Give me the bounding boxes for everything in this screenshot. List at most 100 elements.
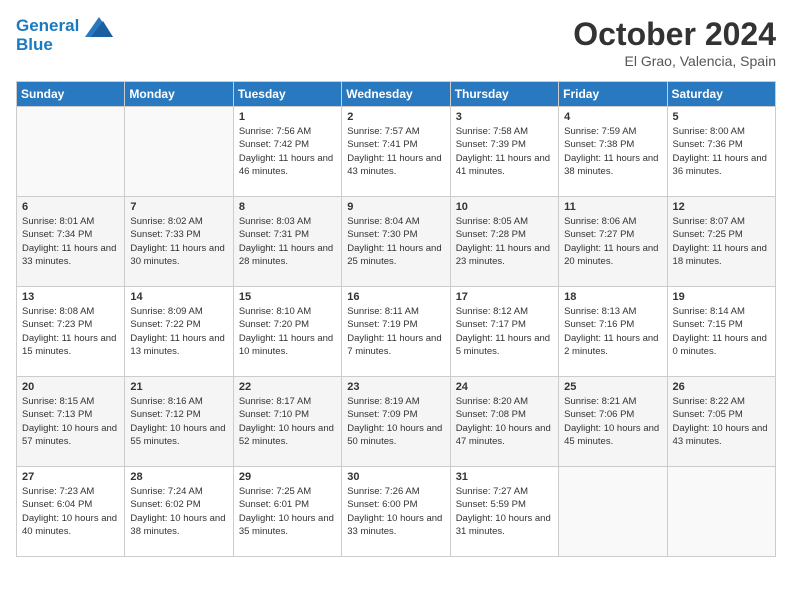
calendar-body: 1 Sunrise: 7:56 AM Sunset: 7:42 PM Daylig… bbox=[17, 107, 776, 557]
calendar-cell: 23 Sunrise: 8:19 AM Sunset: 7:09 PM Dayli… bbox=[342, 377, 450, 467]
calendar-cell bbox=[559, 467, 667, 557]
day-number: 7 bbox=[130, 201, 227, 213]
day-number: 17 bbox=[456, 291, 553, 303]
calendar-cell: 22Sunrise: 8:17 AM Sunset: 7:10 PM Dayli… bbox=[233, 377, 341, 467]
calendar-cell: 16 Sunrise: 8:11 AM Sunset: 7:19 PM Dayli… bbox=[342, 287, 450, 377]
calendar-cell: 27 Sunrise: 7:23 AM Sunset: 6:04 PM Dayli… bbox=[17, 467, 125, 557]
day-number: 8 bbox=[239, 201, 336, 213]
calendar-cell: 2 Sunrise: 7:57 AM Sunset: 7:41 PM Daylig… bbox=[342, 107, 450, 197]
calendar-cell: 29 Sunrise: 7:25 AM Sunset: 6:01 PM Dayli… bbox=[233, 467, 341, 557]
calendar-cell: 17 Sunrise: 8:12 AM Sunset: 7:17 PM Dayli… bbox=[450, 287, 558, 377]
day-info: Sunrise: 7:56 AM Sunset: 7:42 PM Dayligh… bbox=[239, 125, 336, 178]
day-number: 11 bbox=[564, 201, 661, 213]
day-info: Sunrise: 8:11 AM Sunset: 7:19 PM Dayligh… bbox=[347, 305, 444, 358]
day-info: Sunrise: 8:08 AM Sunset: 7:23 PM Dayligh… bbox=[22, 305, 119, 358]
day-info: Sunrise: 7:24 AM Sunset: 6:02 PM Dayligh… bbox=[130, 485, 227, 538]
calendar-cell: 6Sunrise: 8:01 AM Sunset: 7:34 PM Daylig… bbox=[17, 197, 125, 287]
day-number: 25 bbox=[564, 381, 661, 393]
calendar-cell: 7 Sunrise: 8:02 AM Sunset: 7:33 PM Daylig… bbox=[125, 197, 233, 287]
calendar-cell: 10 Sunrise: 8:05 AM Sunset: 7:28 PM Dayli… bbox=[450, 197, 558, 287]
day-info: Sunrise: 8:20 AM Sunset: 7:08 PM Dayligh… bbox=[456, 395, 553, 448]
day-info: Sunrise: 8:12 AM Sunset: 7:17 PM Dayligh… bbox=[456, 305, 553, 358]
day-number: 20 bbox=[22, 381, 119, 393]
day-number: 28 bbox=[130, 471, 227, 483]
day-number: 29 bbox=[239, 471, 336, 483]
day-number: 5 bbox=[673, 111, 770, 123]
day-number: 3 bbox=[456, 111, 553, 123]
calendar-cell: 13 Sunrise: 8:08 AM Sunset: 7:23 PM Dayli… bbox=[17, 287, 125, 377]
day-number: 22 bbox=[239, 381, 336, 393]
day-number: 6 bbox=[22, 201, 119, 213]
day-number: 16 bbox=[347, 291, 444, 303]
day-info: Sunrise: 8:03 AM Sunset: 7:31 PM Dayligh… bbox=[239, 215, 336, 268]
day-info: Sunrise: 8:02 AM Sunset: 7:33 PM Dayligh… bbox=[130, 215, 227, 268]
day-info: Sunrise: 8:14 AM Sunset: 7:15 PM Dayligh… bbox=[673, 305, 770, 358]
day-number: 10 bbox=[456, 201, 553, 213]
day-info: Sunrise: 7:58 AM Sunset: 7:39 PM Dayligh… bbox=[456, 125, 553, 178]
day-of-week-header: Wednesday bbox=[342, 82, 450, 107]
day-of-week-header: Tuesday bbox=[233, 82, 341, 107]
day-info: Sunrise: 8:10 AM Sunset: 7:20 PM Dayligh… bbox=[239, 305, 336, 358]
day-number: 27 bbox=[22, 471, 119, 483]
day-number: 12 bbox=[673, 201, 770, 213]
day-info: Sunrise: 8:00 AM Sunset: 7:36 PM Dayligh… bbox=[673, 125, 770, 178]
day-number: 24 bbox=[456, 381, 553, 393]
location: El Grao, Valencia, Spain bbox=[573, 53, 776, 69]
day-info: Sunrise: 7:25 AM Sunset: 6:01 PM Dayligh… bbox=[239, 485, 336, 538]
calendar-cell bbox=[125, 107, 233, 197]
day-info: Sunrise: 8:07 AM Sunset: 7:25 PM Dayligh… bbox=[673, 215, 770, 268]
day-number: 31 bbox=[456, 471, 553, 483]
day-number: 13 bbox=[22, 291, 119, 303]
calendar-cell bbox=[667, 467, 775, 557]
day-info: Sunrise: 8:05 AM Sunset: 7:28 PM Dayligh… bbox=[456, 215, 553, 268]
calendar-cell: 11 Sunrise: 8:06 AM Sunset: 7:27 PM Dayli… bbox=[559, 197, 667, 287]
day-number: 23 bbox=[347, 381, 444, 393]
calendar-cell: 8 Sunrise: 8:03 AM Sunset: 7:31 PM Daylig… bbox=[233, 197, 341, 287]
title-block: October 2024 El Grao, Valencia, Spain bbox=[573, 16, 776, 69]
calendar-table: SundayMondayTuesdayWednesdayThursdayFrid… bbox=[16, 81, 776, 557]
day-number: 4 bbox=[564, 111, 661, 123]
calendar-header-row: SundayMondayTuesdayWednesdayThursdayFrid… bbox=[17, 82, 776, 107]
calendar-cell: 31Sunrise: 7:27 AM Sunset: 5:59 PM Dayli… bbox=[450, 467, 558, 557]
day-of-week-header: Thursday bbox=[450, 82, 558, 107]
day-info: Sunrise: 8:15 AM Sunset: 7:13 PM Dayligh… bbox=[22, 395, 119, 448]
day-of-week-header: Sunday bbox=[17, 82, 125, 107]
day-info: Sunrise: 8:22 AM Sunset: 7:05 PM Dayligh… bbox=[673, 395, 770, 448]
day-info: Sunrise: 8:16 AM Sunset: 7:12 PM Dayligh… bbox=[130, 395, 227, 448]
calendar-cell: 15 Sunrise: 8:10 AM Sunset: 7:20 PM Dayli… bbox=[233, 287, 341, 377]
calendar-cell: 25 Sunrise: 8:21 AM Sunset: 7:06 PM Dayli… bbox=[559, 377, 667, 467]
day-number: 19 bbox=[673, 291, 770, 303]
logo-blue: Blue bbox=[16, 35, 113, 55]
calendar-cell: 19 Sunrise: 8:14 AM Sunset: 7:15 PM Dayli… bbox=[667, 287, 775, 377]
day-info: Sunrise: 7:23 AM Sunset: 6:04 PM Dayligh… bbox=[22, 485, 119, 538]
day-of-week-header: Saturday bbox=[667, 82, 775, 107]
day-info: Sunrise: 7:57 AM Sunset: 7:41 PM Dayligh… bbox=[347, 125, 444, 178]
calendar-week-row: 6Sunrise: 8:01 AM Sunset: 7:34 PM Daylig… bbox=[17, 197, 776, 287]
day-number: 18 bbox=[564, 291, 661, 303]
day-number: 9 bbox=[347, 201, 444, 213]
calendar-week-row: 27 Sunrise: 7:23 AM Sunset: 6:04 PM Dayli… bbox=[17, 467, 776, 557]
logo: General Blue bbox=[16, 16, 113, 55]
logo-text: General bbox=[16, 16, 113, 37]
day-info: Sunrise: 8:21 AM Sunset: 7:06 PM Dayligh… bbox=[564, 395, 661, 448]
calendar-cell: 30 Sunrise: 7:26 AM Sunset: 6:00 PM Dayli… bbox=[342, 467, 450, 557]
calendar-cell: 14 Sunrise: 8:09 AM Sunset: 7:22 PM Dayli… bbox=[125, 287, 233, 377]
day-number: 30 bbox=[347, 471, 444, 483]
day-info: Sunrise: 8:19 AM Sunset: 7:09 PM Dayligh… bbox=[347, 395, 444, 448]
calendar-week-row: 20 Sunrise: 8:15 AM Sunset: 7:13 PM Dayli… bbox=[17, 377, 776, 467]
day-of-week-header: Friday bbox=[559, 82, 667, 107]
day-info: Sunrise: 8:09 AM Sunset: 7:22 PM Dayligh… bbox=[130, 305, 227, 358]
day-info: Sunrise: 8:06 AM Sunset: 7:27 PM Dayligh… bbox=[564, 215, 661, 268]
calendar-cell: 20 Sunrise: 8:15 AM Sunset: 7:13 PM Dayli… bbox=[17, 377, 125, 467]
calendar-cell: 24 Sunrise: 8:20 AM Sunset: 7:08 PM Dayli… bbox=[450, 377, 558, 467]
calendar-cell: 5 Sunrise: 8:00 AM Sunset: 7:36 PM Daylig… bbox=[667, 107, 775, 197]
day-info: Sunrise: 7:26 AM Sunset: 6:00 PM Dayligh… bbox=[347, 485, 444, 538]
day-number: 1 bbox=[239, 111, 336, 123]
day-number: 21 bbox=[130, 381, 227, 393]
day-number: 14 bbox=[130, 291, 227, 303]
day-number: 15 bbox=[239, 291, 336, 303]
calendar-cell: 21 Sunrise: 8:16 AM Sunset: 7:12 PM Dayli… bbox=[125, 377, 233, 467]
calendar-cell: 28 Sunrise: 7:24 AM Sunset: 6:02 PM Dayli… bbox=[125, 467, 233, 557]
day-number: 2 bbox=[347, 111, 444, 123]
day-of-week-header: Monday bbox=[125, 82, 233, 107]
